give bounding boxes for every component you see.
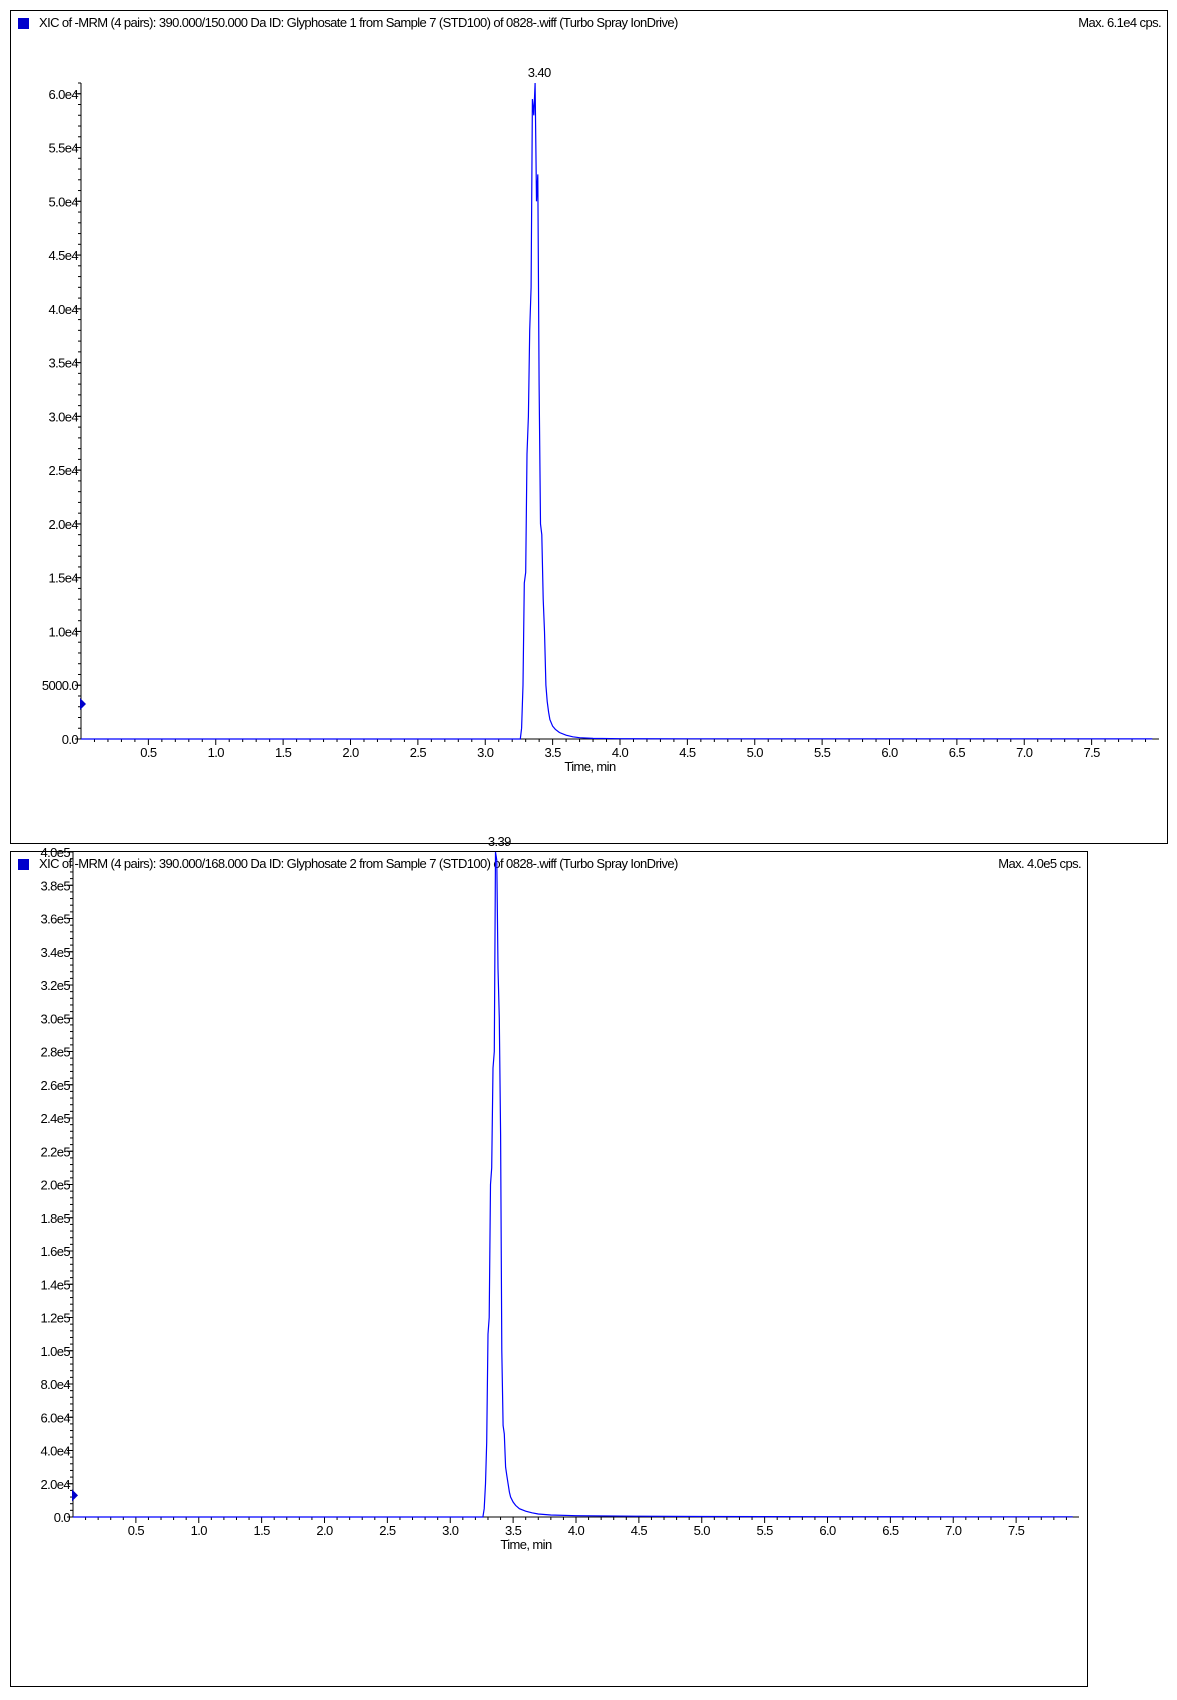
y-tick-label: 3.0e5 bbox=[40, 1011, 70, 1026]
x-tick-label: 6.0 bbox=[881, 745, 898, 760]
y-tick-label: 4.0e4 bbox=[48, 302, 78, 317]
x-tick-label: 3.0 bbox=[477, 745, 494, 760]
y-tick-label: 2.8e5 bbox=[40, 1045, 70, 1060]
x-tick-label: 3.0 bbox=[442, 1523, 459, 1538]
y-tick-label: 2.0e4 bbox=[48, 517, 78, 532]
y-tick-label: 1.0e4 bbox=[48, 624, 78, 639]
y-tick-label: 2.0e4 bbox=[40, 1477, 70, 1492]
y-tick-label: 3.8e5 bbox=[40, 878, 70, 893]
threshold-marker-icon bbox=[72, 1489, 78, 1502]
y-tick-label: 3.0e4 bbox=[48, 409, 78, 424]
y-tick-label: 3.2e5 bbox=[40, 978, 70, 993]
x-tick-label: 1.0 bbox=[191, 1523, 208, 1538]
x-tick-label: 1.5 bbox=[275, 745, 292, 760]
chromatogram-trace bbox=[81, 82, 1153, 740]
x-tick-label: 2.0 bbox=[316, 1523, 333, 1538]
x-tick-label: 2.5 bbox=[379, 1523, 396, 1538]
peak-retention-label: 3.39 bbox=[488, 834, 511, 849]
x-tick-label: 5.5 bbox=[756, 1523, 773, 1538]
y-tick-label: 5.0e4 bbox=[48, 194, 78, 209]
x-tick-label: 2.5 bbox=[410, 745, 427, 760]
y-tick-label: 0.0 bbox=[62, 732, 79, 747]
x-axis-label: Time, min bbox=[564, 759, 616, 774]
y-tick-label: 1.8e5 bbox=[40, 1211, 70, 1226]
x-tick-label: 0.5 bbox=[140, 745, 157, 760]
x-tick-label: 6.5 bbox=[949, 745, 966, 760]
x-tick-label: 1.0 bbox=[208, 745, 225, 760]
y-tick-label: 2.5e4 bbox=[48, 463, 78, 478]
y-tick-label: 1.5e4 bbox=[48, 571, 78, 586]
x-tick-label: 6.5 bbox=[882, 1523, 899, 1538]
x-tick-label: 4.0 bbox=[568, 1523, 585, 1538]
x-tick-label: 7.5 bbox=[1083, 745, 1100, 760]
chromatogram-panel-1: XIC of -MRM (4 pairs): 390.000/150.000 D… bbox=[10, 10, 1168, 844]
peak-retention-label: 3.40 bbox=[528, 65, 551, 80]
y-tick-label: 2.4e5 bbox=[40, 1111, 70, 1126]
y-tick-label: 2.0e5 bbox=[40, 1178, 70, 1193]
chart-plot-2: 0.5 1.0 1.5 2.0 2.5 3.0 3.5 4.0 4.5 5.0 5.5 6.0 6.5 7… bbox=[40, 834, 1079, 1552]
y-tick-label: 1.6e5 bbox=[40, 1244, 70, 1259]
y-tick-label: 6.0e4 bbox=[48, 87, 78, 102]
y-tick-label: 4.0e4 bbox=[40, 1444, 70, 1459]
y-tick-label: 5.5e4 bbox=[48, 141, 78, 156]
y-tick-label: 2.2e5 bbox=[40, 1144, 70, 1159]
y-tick-label: 4.0e5 bbox=[40, 845, 70, 860]
x-tick-label: 6.0 bbox=[819, 1523, 836, 1538]
x-tick-label: 3.5 bbox=[544, 745, 561, 760]
y-tick-label: 1.2e5 bbox=[40, 1311, 70, 1326]
x-tick-label: 7.5 bbox=[1008, 1523, 1025, 1538]
y-tick-label: 1.0e5 bbox=[40, 1344, 70, 1359]
y-tick-label: 0.0 bbox=[54, 1510, 71, 1525]
x-tick-label: 4.5 bbox=[679, 745, 696, 760]
x-tick-label: 0.5 bbox=[128, 1523, 145, 1538]
x-tick-label: 7.0 bbox=[1016, 745, 1033, 760]
x-tick-label: 5.0 bbox=[694, 1523, 711, 1538]
chart-plot-1: 0.5 1.0 1.5 2.0 2.5 3.0 3.5 4.0 4.5 5.0 5.5 6.0 6.5 7… bbox=[42, 65, 1159, 774]
x-tick-label: 5.5 bbox=[814, 745, 831, 760]
y-tick-label: 5000.0 bbox=[42, 678, 79, 693]
threshold-marker-icon bbox=[80, 698, 86, 711]
x-tick-label: 2.0 bbox=[342, 745, 359, 760]
x-tick-label: 5.0 bbox=[747, 745, 764, 760]
chromatogram-trace bbox=[73, 851, 1073, 1518]
x-tick-label: 4.5 bbox=[631, 1523, 648, 1538]
y-tick-label: 8.0e4 bbox=[40, 1377, 70, 1392]
y-tick-label: 1.4e5 bbox=[40, 1277, 70, 1292]
x-tick-label: 7.0 bbox=[945, 1523, 962, 1538]
y-tick-label: 3.5e4 bbox=[48, 356, 78, 371]
x-tick-label: 3.5 bbox=[505, 1523, 522, 1538]
x-tick-label: 4.0 bbox=[612, 745, 629, 760]
x-tick-label: 1.5 bbox=[253, 1523, 270, 1538]
x-axis-label: Time, min bbox=[500, 1537, 552, 1552]
y-tick-label: 3.4e5 bbox=[40, 945, 70, 960]
y-tick-label: 6.0e4 bbox=[40, 1410, 70, 1425]
chromatogram-panel-2: XIC of -MRM (4 pairs): 390.000/168.000 D… bbox=[10, 834, 1088, 1687]
y-tick-label: 4.5e4 bbox=[48, 248, 78, 263]
y-tick-label: 3.6e5 bbox=[40, 912, 70, 927]
y-tick-label: 2.6e5 bbox=[40, 1078, 70, 1093]
